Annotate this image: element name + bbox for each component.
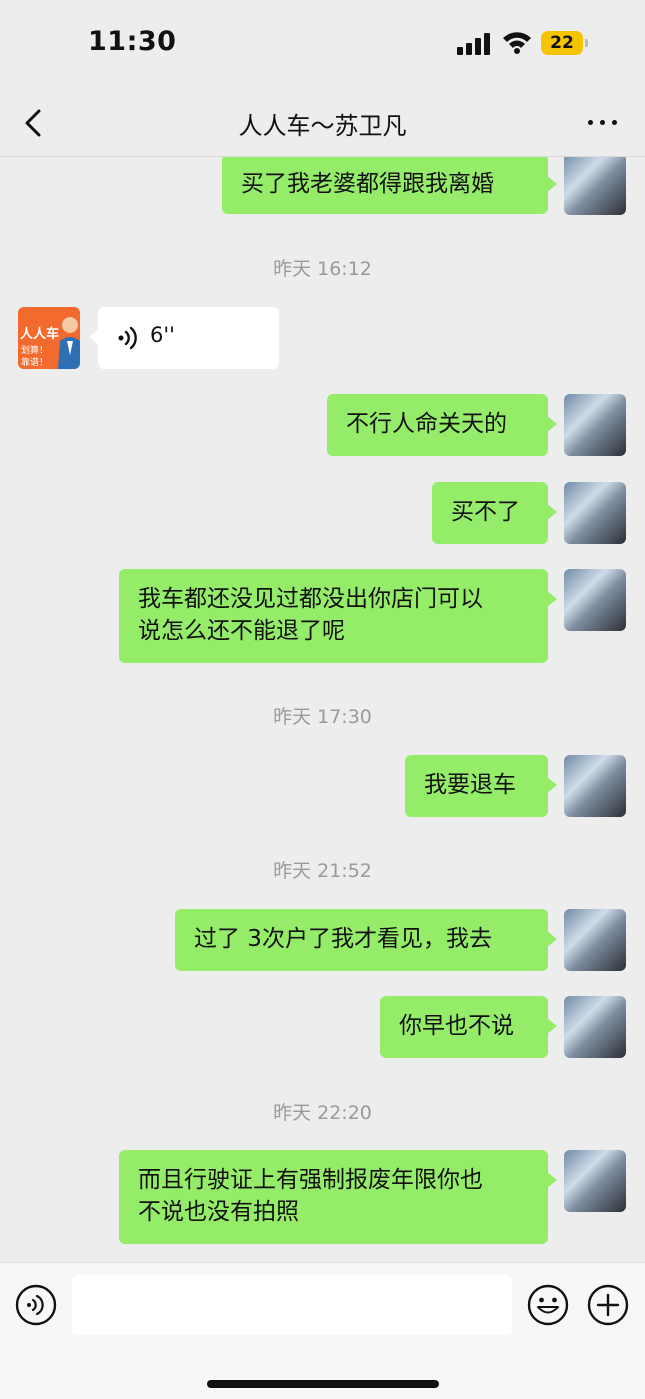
message-bubble[interactable]: 我车都还没见过都没出你店门可以 说怎么还不能退了呢 <box>119 569 557 663</box>
message-line: 而且行驶证上有强制报废年限你也 <box>138 1167 483 1193</box>
chat-header: 人人车～苏卫凡 <box>0 88 645 157</box>
timestamp: 昨天 22:20 <box>273 1102 372 1124</box>
battery-indicator: 22 <box>541 31 583 55</box>
my-avatar[interactable] <box>564 755 626 817</box>
chat-title[interactable]: 人人车～苏卫凡 <box>0 106 645 141</box>
status-time: 11:30 <box>88 26 177 57</box>
message-bubble[interactable]: 你早也不说 <box>380 996 557 1058</box>
message-list[interactable]: 买了我老婆都得跟我离婚 昨天 16:12 人人车 划算！ 靠谱！ 6'' 不行人… <box>0 157 645 1262</box>
voice-duration: 6'' <box>150 323 175 347</box>
message-bubble[interactable]: 过了 3次户了我才看见，我去 <box>175 909 557 971</box>
message-bubble[interactable]: 买了我老婆都得跟我离婚 <box>222 157 557 214</box>
my-avatar[interactable] <box>564 996 626 1058</box>
wifi-icon <box>503 32 531 54</box>
battery-tip <box>585 39 588 47</box>
message-line: 我车都还没见过都没出你店门可以 <box>138 586 483 612</box>
message-bubble[interactable]: 我要退车 <box>405 755 557 817</box>
message-bubble[interactable]: 而且行驶证上有强制报废年限你也 不说也没有拍照 <box>119 1150 557 1244</box>
shop-brand: 人人车 <box>20 327 60 342</box>
message-line: 不说也没有拍照 <box>138 1199 299 1225</box>
message-input[interactable] <box>72 1275 512 1335</box>
timestamp: 昨天 17:30 <box>273 706 372 728</box>
timestamp: 昨天 16:12 <box>273 258 372 280</box>
emoji-icon[interactable] <box>527 1284 569 1326</box>
voice-message-bubble[interactable]: 6'' <box>89 307 279 369</box>
my-avatar[interactable] <box>564 569 626 631</box>
message-bubble[interactable]: 不行人命关天的 <box>327 394 557 456</box>
my-avatar[interactable] <box>564 1150 626 1212</box>
my-avatar[interactable] <box>564 482 626 544</box>
voice-input-icon[interactable] <box>15 1284 57 1326</box>
message-line: 说怎么还不能退了呢 <box>138 618 345 644</box>
plus-icon[interactable] <box>587 1284 629 1326</box>
my-avatar[interactable] <box>564 909 626 971</box>
home-indicator <box>207 1380 439 1388</box>
my-avatar[interactable] <box>564 394 626 456</box>
more-dots-icon[interactable] <box>584 110 620 134</box>
my-avatar[interactable] <box>564 157 626 215</box>
contact-avatar[interactable]: 人人车 划算！ 靠谱！ <box>18 307 80 369</box>
status-bar: 11:30 22 <box>0 0 645 88</box>
timestamp: 昨天 21:52 <box>273 860 372 882</box>
message-bubble[interactable]: 买不了 <box>432 482 557 544</box>
cellular-signal-icon <box>457 33 491 55</box>
voice-icon <box>118 326 137 350</box>
input-bar <box>0 1262 645 1399</box>
shop-slogan-2: 靠谱！ <box>21 358 49 368</box>
